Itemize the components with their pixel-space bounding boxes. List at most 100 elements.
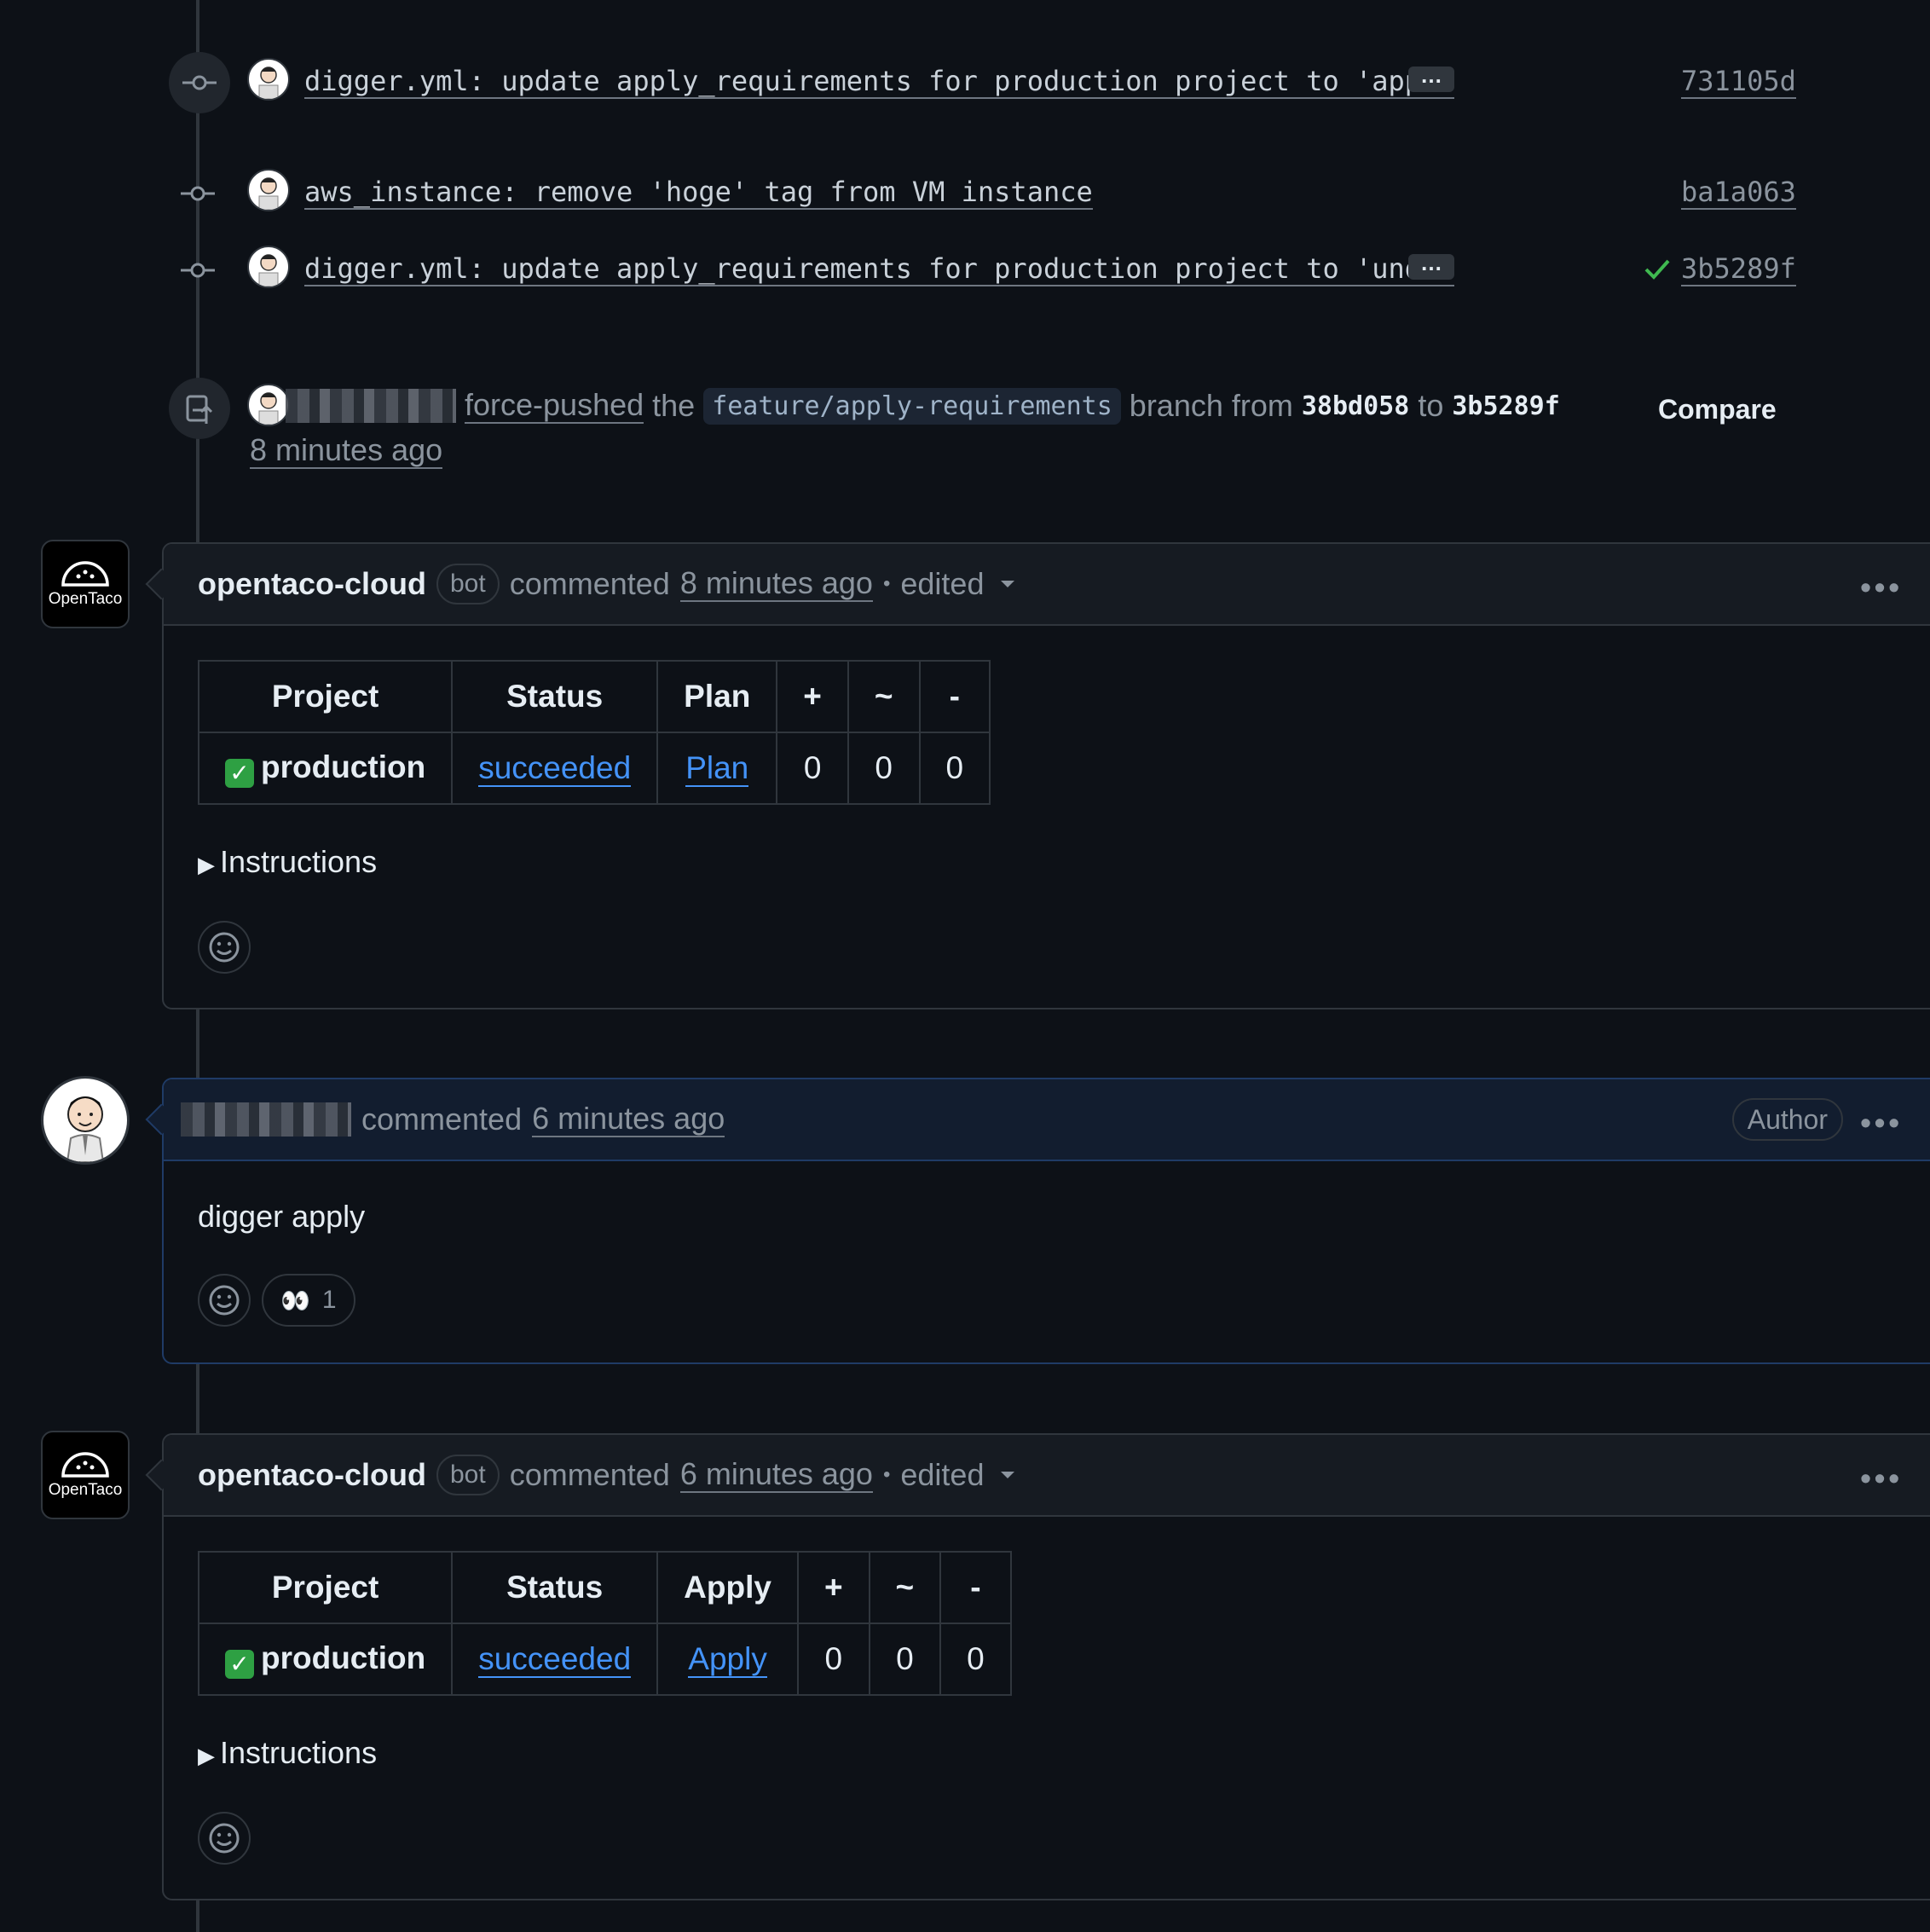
redacted-username	[181, 1102, 351, 1137]
comment-header: opentaco-cloud bot commented 6 minutes a…	[145, 1435, 1930, 1517]
add-reaction-button[interactable]	[198, 1812, 251, 1865]
apply-link[interactable]: Apply	[688, 1641, 767, 1678]
timestamp-link[interactable]: 6 minutes ago	[532, 1102, 725, 1137]
expand-commit-button[interactable]: …	[1408, 252, 1454, 280]
smiley-icon	[209, 1823, 240, 1854]
opentaco-avatar[interactable]: OpenTaco	[41, 540, 130, 628]
comment-header: opentaco-cloud bot commented 8 minutes a…	[145, 544, 1930, 626]
event-text: branch from	[1129, 388, 1293, 423]
add-reaction-button[interactable]	[198, 921, 251, 974]
card-pointer	[145, 1103, 177, 1136]
smiley-icon	[209, 1285, 240, 1316]
bot-badge: bot	[436, 1455, 500, 1495]
commit-node-icon	[181, 176, 215, 211]
avatar[interactable]	[247, 169, 290, 211]
branch-name[interactable]: feature/apply-requirements	[703, 387, 1121, 425]
commented-text: commented	[361, 1102, 523, 1137]
redacted-username	[286, 389, 456, 423]
check-mark-icon: ✓	[225, 1649, 254, 1679]
commit-sha-link[interactable]: 731105d	[1681, 65, 1796, 99]
eyes-reaction-button[interactable]: 👀 1	[262, 1274, 355, 1327]
add-reaction-button[interactable]	[198, 1274, 251, 1327]
bot-badge: bot	[436, 564, 500, 604]
avatar[interactable]	[247, 246, 290, 288]
table-header: ~	[847, 660, 921, 733]
separator-dot: •	[882, 1463, 891, 1486]
commit-message-link[interactable]: digger.yml: update apply_requirements fo…	[304, 252, 1454, 286]
force-pushed-link[interactable]: force-pushed	[465, 388, 644, 424]
table-header: Status	[451, 1551, 659, 1624]
commit-node-icon	[169, 52, 230, 113]
change-count: 0	[868, 1623, 942, 1696]
avatar[interactable]	[247, 384, 290, 426]
edited-dropdown[interactable]: edited	[900, 1457, 984, 1493]
to-sha[interactable]: 3b5289f	[1452, 391, 1559, 421]
status-link[interactable]: succeeded	[478, 750, 632, 787]
plan-table: Project Status Plan + ~ - ✓ production su…	[197, 660, 991, 805]
more-options-icon[interactable]: •••	[1860, 1461, 1903, 1496]
commit-row: aws_instance: remove 'hoge' tag from VM …	[166, 164, 1796, 223]
expand-commit-button[interactable]: …	[1408, 64, 1454, 92]
table-header: Apply	[656, 1551, 799, 1624]
commented-text: commented	[509, 1457, 670, 1492]
user-avatar[interactable]	[41, 1076, 130, 1165]
triangle-right-icon: ▶	[198, 852, 215, 877]
table-header: Status	[451, 660, 659, 733]
timestamp-link[interactable]: 8 minutes ago	[250, 433, 443, 469]
instructions-toggle[interactable]: ▶ Instructions	[198, 1735, 377, 1771]
eyes-icon: 👀	[280, 1287, 310, 1314]
add-count: 0	[796, 1623, 870, 1696]
commented-text: commented	[509, 566, 670, 601]
caret-down-icon[interactable]	[999, 579, 1016, 589]
triangle-right-icon: ▶	[198, 1743, 215, 1768]
opentaco-avatar[interactable]: OpenTaco	[41, 1431, 130, 1519]
avatar[interactable]	[247, 58, 290, 101]
commit-message-link[interactable]: digger.yml: update apply_requirements fo…	[304, 65, 1454, 99]
card-pointer	[145, 568, 177, 600]
table-header: Plan	[656, 660, 778, 733]
table-row: ✓ production succeeded Apply 0 0 0	[197, 1623, 1012, 1696]
more-options-icon[interactable]: •••	[1860, 1105, 1903, 1141]
timestamp-link[interactable]: 8 minutes ago	[679, 566, 873, 602]
table-header: +	[776, 660, 849, 733]
plan-link[interactable]: Plan	[685, 750, 749, 787]
timestamp-link[interactable]: 6 minutes ago	[679, 1457, 873, 1493]
avatar-label: OpenTaco	[48, 1481, 123, 1499]
commit-sha-link[interactable]: ba1a063	[1681, 176, 1796, 210]
instructions-toggle[interactable]: ▶ Instructions	[198, 844, 377, 880]
author-link[interactable]: opentaco-cloud	[198, 566, 426, 602]
edited-dropdown[interactable]: edited	[900, 566, 984, 602]
commit-row: digger.yml: update apply_requirements fo…	[166, 52, 1796, 113]
check-icon[interactable]	[1643, 254, 1672, 283]
comment-card: commented 6 minutes ago Author ••• digge…	[145, 1078, 1930, 1364]
check-mark-icon: ✓	[225, 758, 254, 788]
commit-sha-link[interactable]: 3b5289f	[1681, 252, 1796, 286]
from-sha[interactable]: 38bd058	[1302, 391, 1409, 421]
table-row: ✓ production succeeded Plan 0 0 0	[197, 732, 991, 805]
table-header: -	[939, 1551, 1012, 1624]
more-options-icon[interactable]: •••	[1860, 570, 1903, 605]
destroy-count: 0	[918, 732, 991, 805]
author-badge: Author	[1731, 1098, 1843, 1141]
comment-card: opentaco-cloud bot commented 6 minutes a…	[145, 1433, 1930, 1900]
smiley-icon	[209, 932, 240, 963]
author-link[interactable]: opentaco-cloud	[198, 1457, 426, 1493]
reaction-count: 1	[321, 1286, 337, 1314]
table-header: Project	[197, 660, 454, 733]
commit-message-link[interactable]: aws_instance: remove 'hoge' tag from VM …	[304, 176, 1093, 210]
separator-dot: •	[882, 572, 891, 595]
avatar-label: OpenTaco	[48, 590, 123, 608]
event-text: to	[1418, 388, 1444, 423]
card-pointer	[145, 1459, 177, 1491]
table-header: +	[796, 1551, 870, 1624]
instructions-label: Instructions	[220, 1735, 378, 1770]
commit-node-icon	[181, 253, 215, 287]
apply-table: Project Status Apply + ~ - ✓ production s…	[197, 1551, 1012, 1696]
destroy-count: 0	[939, 1623, 1012, 1696]
caret-down-icon[interactable]	[999, 1470, 1016, 1480]
project-name: production	[261, 749, 426, 784]
status-link[interactable]: succeeded	[478, 1641, 632, 1678]
project-name: production	[261, 1640, 426, 1675]
repo-push-icon	[169, 378, 230, 439]
compare-button[interactable]: Compare	[1658, 394, 1777, 425]
